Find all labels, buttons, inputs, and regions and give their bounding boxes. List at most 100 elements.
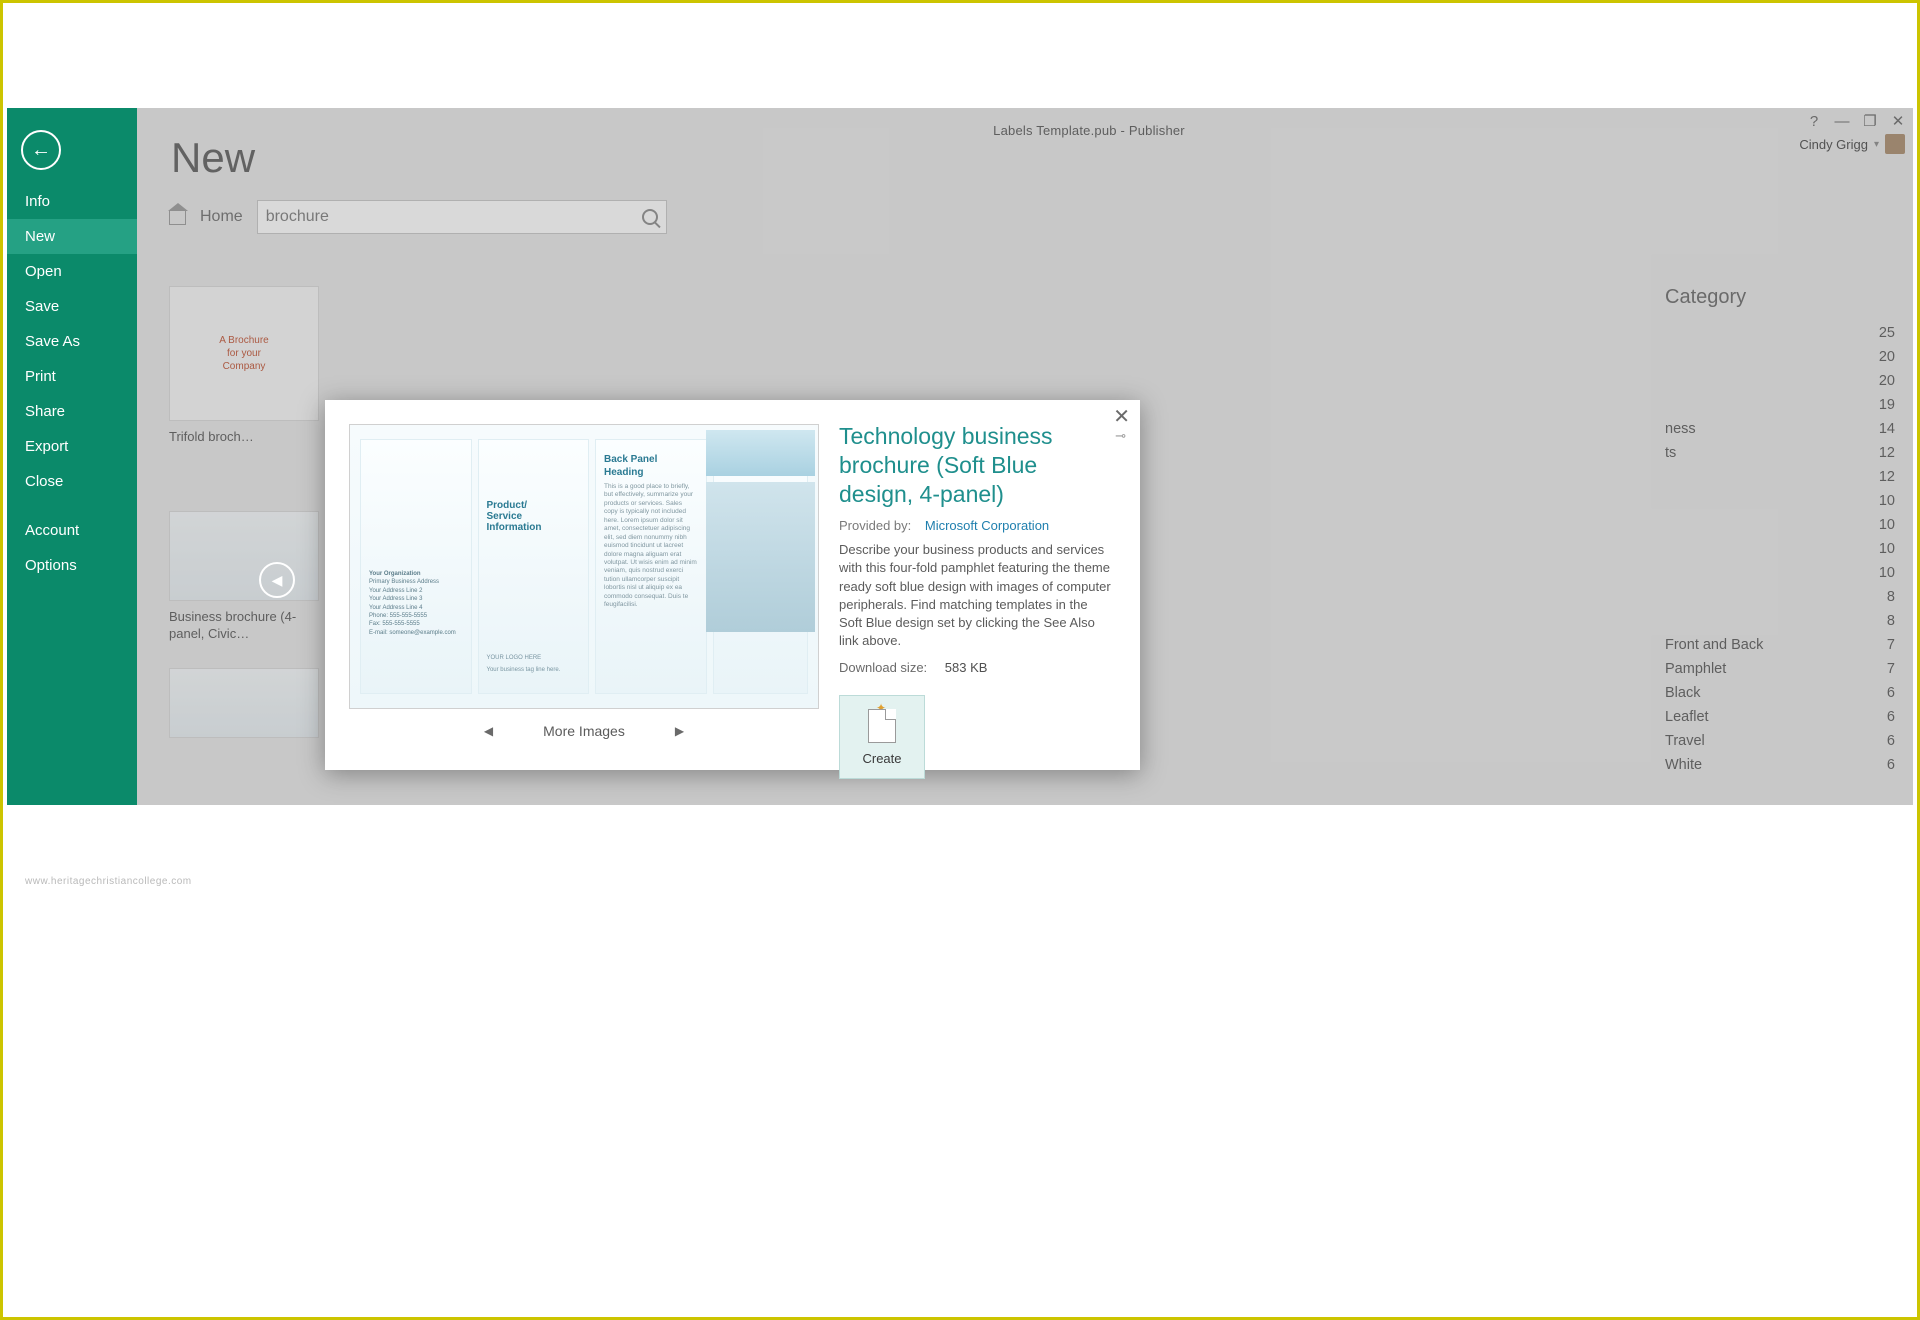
sidebar-item-info[interactable]: Info [7, 184, 137, 219]
category-row[interactable]: Black 6 [1665, 681, 1895, 705]
category-count: 19 [1879, 397, 1895, 413]
restore-icon[interactable]: ❐ [1861, 112, 1879, 130]
avatar[interactable] [1885, 134, 1905, 154]
category-row[interactable]: 19 [1665, 393, 1895, 417]
template-thumb-extra[interactable] [169, 668, 319, 738]
category-row[interactable]: 8 [1665, 585, 1895, 609]
preview-logo-text: YOUR LOGO HERE [487, 655, 561, 661]
provider-link[interactable]: Microsoft Corporation [925, 518, 1049, 533]
more-images-next[interactable]: ▶ [675, 724, 684, 738]
preview-panel2-heading: Product/ Service Information [487, 500, 581, 533]
category-row[interactable]: Leaflet 6 [1665, 705, 1895, 729]
category-count: 7 [1887, 661, 1895, 677]
user-name[interactable]: Cindy Grigg [1799, 137, 1868, 152]
category-count: 12 [1879, 469, 1895, 485]
preview-pane: Your Organization Primary Business Addre… [325, 400, 829, 770]
preview-panel-1: Your Organization Primary Business Addre… [360, 439, 472, 694]
category-count: 20 [1879, 349, 1895, 365]
category-name: ts [1665, 445, 1676, 461]
category-name: Black [1665, 685, 1700, 701]
template-thumbnails: A Brochurefor yourCompany Trifold broch…… [169, 286, 339, 746]
category-row[interactable]: 20 [1665, 369, 1895, 393]
download-size-value: 583 KB [945, 660, 988, 675]
category-name: Front and Back [1665, 637, 1763, 653]
triangle-left-icon: ◀ [272, 572, 283, 589]
more-images-prev[interactable]: ◀ [484, 724, 493, 738]
category-count: 8 [1887, 613, 1895, 629]
detail-title: Technology business brochure (Soft Blue … [839, 422, 1109, 508]
category-row[interactable]: 10 [1665, 489, 1895, 513]
template-label-business: Business brochure (4-panel, Civic… [169, 609, 319, 642]
category-count: 10 [1879, 541, 1895, 557]
minimize-icon[interactable]: — [1833, 113, 1851, 130]
template-thumb-business[interactable] [169, 511, 319, 601]
detail-description: Describe your business products and serv… [839, 541, 1114, 650]
preview-address: Primary Business Address Your Address Li… [369, 578, 463, 637]
close-window-icon[interactable]: ✕ [1889, 112, 1907, 130]
sidebar-item-options[interactable]: Options [7, 548, 137, 583]
sidebar-item-close[interactable]: Close [7, 464, 137, 499]
sidebar-item-print[interactable]: Print [7, 359, 137, 394]
template-label-trifold: Trifold broch… [169, 429, 319, 445]
sidebar-item-share[interactable]: Share [7, 394, 137, 429]
arrow-left-icon: ← [31, 139, 51, 162]
user-menu-chevron-icon[interactable]: ▾ [1874, 139, 1879, 150]
category-panel: Category 25202019ness14ts12121010101088F… [1665, 286, 1895, 777]
category-name: ness [1665, 421, 1696, 437]
home-icon[interactable] [169, 210, 186, 225]
category-row[interactable]: ts 12 [1665, 441, 1895, 465]
category-name: White [1665, 757, 1702, 773]
sidebar-item-saveas[interactable]: Save As [7, 324, 137, 359]
preview-prev-button[interactable]: ◀ [259, 562, 295, 598]
category-row[interactable]: 10 [1665, 537, 1895, 561]
category-count: 20 [1879, 373, 1895, 389]
category-name: Leaflet [1665, 709, 1709, 725]
category-header: Category [1665, 286, 1895, 309]
category-count: 6 [1887, 709, 1895, 725]
preview-tagline: Your business tag line here. [487, 667, 561, 673]
category-row[interactable]: Travel6 [1665, 729, 1895, 753]
search-input[interactable] [266, 208, 619, 226]
app-window: ← Info New Open Save Save As Print Share… [7, 108, 1913, 805]
category-row[interactable]: 10 [1665, 513, 1895, 537]
category-count: 6 [1887, 757, 1895, 773]
create-button[interactable]: ✦ Create [839, 695, 925, 779]
sidebar-item-open[interactable]: Open [7, 254, 137, 289]
category-row[interactable]: 10 [1665, 561, 1895, 585]
category-count: 6 [1887, 685, 1895, 701]
template-search[interactable] [257, 200, 667, 234]
category-row[interactable]: 12 [1665, 465, 1895, 489]
category-count: 25 [1879, 325, 1895, 341]
preview-panel-2: Product/ Service Information YOUR LOGO H… [478, 439, 590, 694]
preview-panel-3: Back Panel Heading This is a good place … [595, 439, 707, 694]
back-button[interactable]: ← [21, 130, 61, 170]
template-thumb-trifold[interactable]: A Brochurefor yourCompany [169, 286, 319, 421]
category-row[interactable]: White 6 [1665, 753, 1895, 777]
provided-by-label: Provided by: [839, 518, 911, 533]
category-row[interactable]: Pamphlet 7 [1665, 657, 1895, 681]
category-row[interactable]: Front and Back 7 [1665, 633, 1895, 657]
category-name: Pamphlet [1665, 661, 1726, 677]
more-images-label[interactable]: More Images [543, 723, 625, 739]
sidebar-item-save[interactable]: Save [7, 289, 137, 324]
sidebar-item-export[interactable]: Export [7, 429, 137, 464]
category-count: 12 [1879, 445, 1895, 461]
sidebar-item-account[interactable]: Account [7, 513, 137, 548]
category-row[interactable]: ness 14 [1665, 417, 1895, 441]
breadcrumb-home[interactable]: Home [200, 208, 243, 226]
help-icon[interactable]: ? [1805, 113, 1823, 130]
category-count: 7 [1887, 637, 1895, 653]
template-preview: Your Organization Primary Business Addre… [349, 424, 819, 709]
backstage-sidebar: ← Info New Open Save Save As Print Share… [7, 108, 137, 805]
category-row[interactable]: 25 [1665, 321, 1895, 345]
category-name: Travel [1665, 733, 1705, 749]
create-label: Create [862, 751, 901, 766]
search-icon[interactable] [642, 209, 658, 225]
category-count: 8 [1887, 589, 1895, 605]
category-row[interactable]: 8 [1665, 609, 1895, 633]
category-row[interactable]: 20 [1665, 345, 1895, 369]
category-count: 14 [1879, 421, 1895, 437]
sidebar-item-new[interactable]: New [7, 219, 137, 254]
document-icon [868, 709, 896, 743]
detail-info: Technology business brochure (Soft Blue … [829, 400, 1140, 770]
